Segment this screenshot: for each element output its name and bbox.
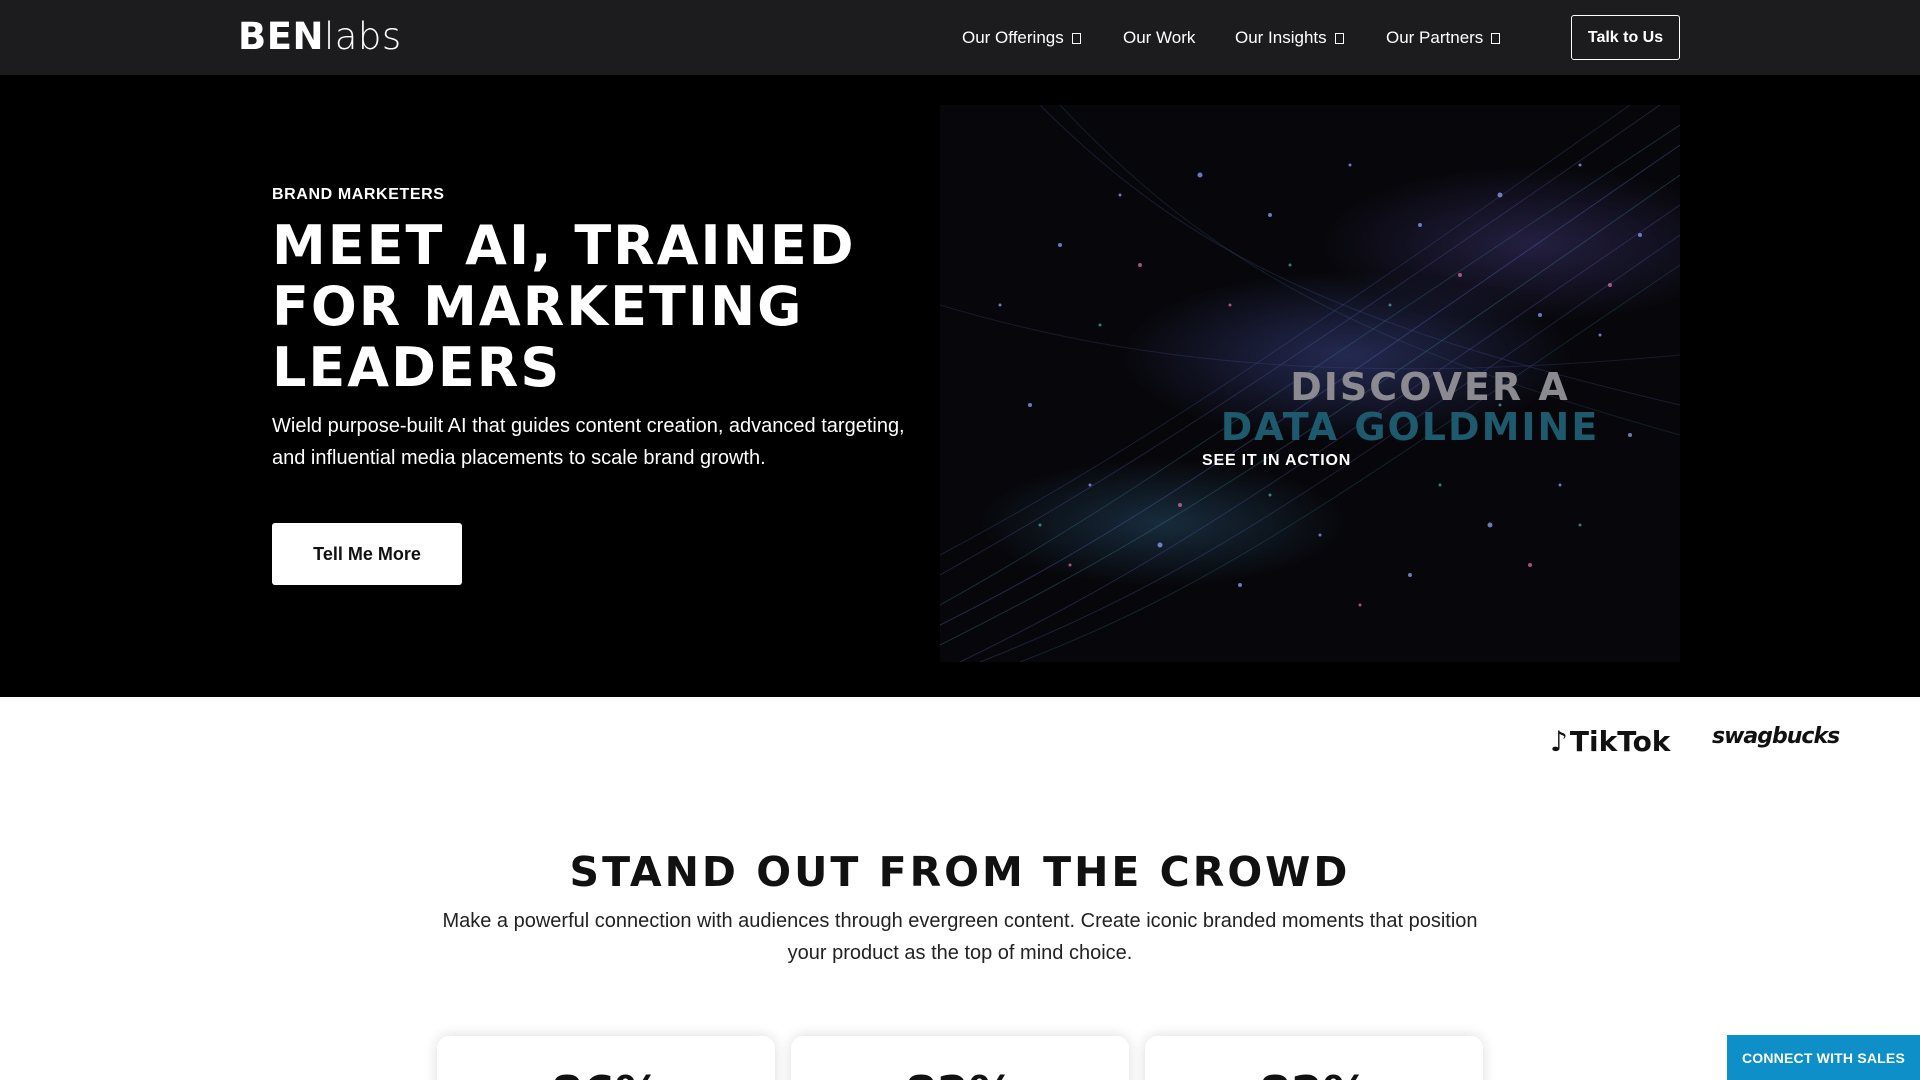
stat-value: 82%	[1145, 1066, 1483, 1080]
hero-eyebrow: BRAND MARKETERS	[272, 186, 445, 203]
dropdown-icon	[1491, 33, 1501, 44]
partner-logos: ♪ TikTok swagbucks	[0, 697, 1920, 817]
nav-label: Our Offerings	[962, 28, 1064, 47]
nav-our-partners[interactable]: Our Partners	[1386, 27, 1501, 49]
nav-our-work[interactable]: Our Work	[1123, 27, 1195, 49]
data-goldmine-line: DATA GOLDMINE	[1220, 405, 1600, 449]
dropdown-icon	[1071, 33, 1081, 44]
stat-card: 82%	[791, 1036, 1129, 1080]
data-goldmine-video[interactable]: DISCOVER A DATA GOLDMINE SEE IT IN ACTIO…	[940, 105, 1680, 662]
dropdown-icon	[1334, 33, 1344, 44]
nav-label: Our Insights	[1235, 28, 1327, 47]
hero-title-line: MEET AI, TRAINED	[272, 214, 856, 277]
nav-our-insights[interactable]: Our Insights	[1235, 27, 1344, 49]
stat-value: 82%	[791, 1066, 1129, 1080]
stat-value: 86%	[437, 1066, 775, 1080]
swagbucks-logo: swagbucks	[1712, 724, 1840, 749]
stat-card: 82%	[1145, 1036, 1483, 1080]
nav-label: Our Partners	[1386, 28, 1484, 47]
tiktok-logo-text: TikTok	[1569, 725, 1671, 758]
connect-with-sales-button[interactable]: CONNECT WITH SALES	[1727, 1035, 1920, 1080]
tell-me-more-button[interactable]: Tell Me More	[272, 523, 462, 585]
hero-subtitle: Wield purpose-built AI that guides conte…	[272, 415, 905, 469]
discover-line: DISCOVER A	[1290, 365, 1570, 409]
stat-card: 86%	[437, 1036, 775, 1080]
section-subtitle: Make a powerful connection with audience…	[442, 910, 1478, 964]
talk-to-us-button[interactable]: Talk to Us	[1571, 15, 1680, 60]
nav-our-offerings[interactable]: Our Offerings	[962, 27, 1081, 49]
site-header: BENlabs Our Offerings Our Work Our Insig…	[0, 0, 1920, 75]
section-title: STAND OUT FROM THE CROWD	[569, 848, 1351, 896]
hero-section: BRAND MARKETERS MEET AI, TRAINED FOR MAR…	[0, 75, 1920, 697]
hero-title: MEET AI, TRAINED FOR MARKETING LEADERS	[272, 215, 952, 398]
hero-title-line: LEADERS	[272, 336, 562, 399]
tiktok-note-icon: ♪	[1550, 725, 1568, 758]
nav-label: Our Work	[1123, 28, 1196, 47]
tiktok-logo: ♪ TikTok	[1550, 725, 1670, 758]
hero-title-line: FOR MARKETING	[272, 275, 804, 338]
see-it-in-action-link[interactable]: SEE IT IN ACTION	[1202, 452, 1351, 470]
